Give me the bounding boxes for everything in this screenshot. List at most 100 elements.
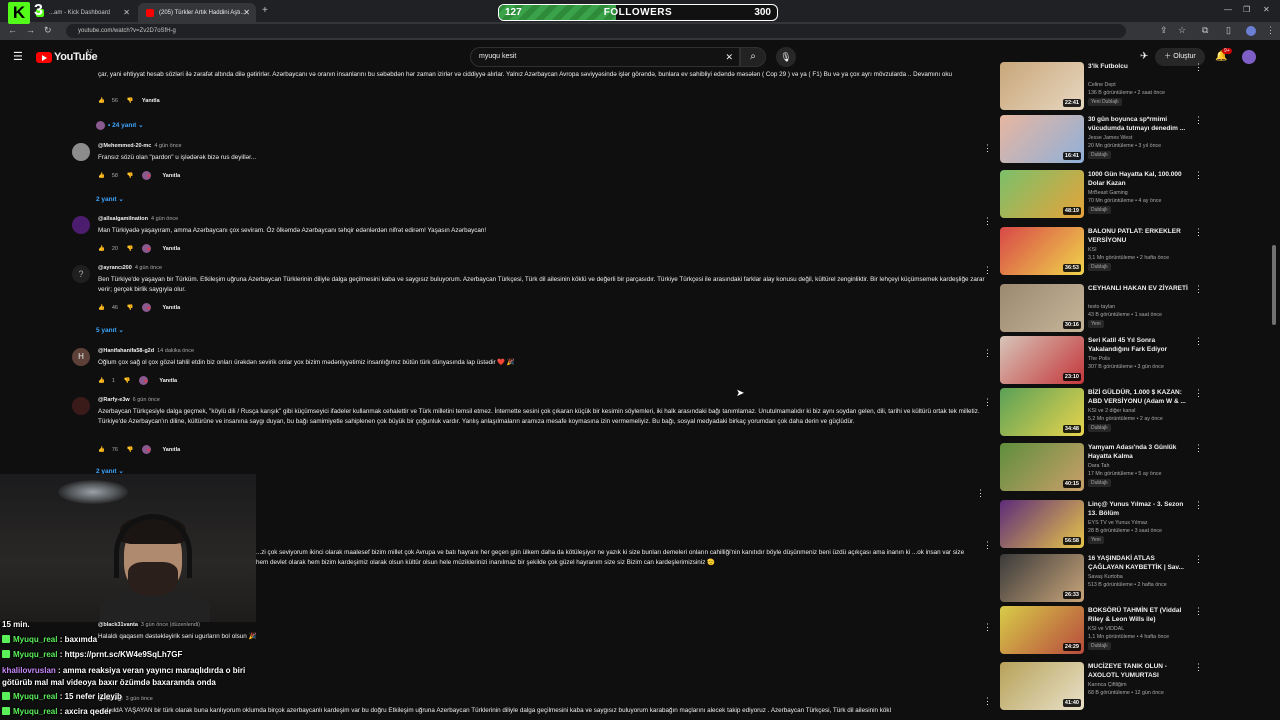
video-channel[interactable]: The Polis: [1088, 356, 1110, 362]
show-replies-button[interactable]: 5 yanıt ⌄: [96, 326, 124, 334]
video-more-icon[interactable]: ⋮: [1194, 606, 1203, 617]
avatar[interactable]: [72, 216, 90, 234]
video-card[interactable]: 26:33 16 YAŞINDAKİ ATLAS ÇAĞLAYAN KAYBETT…: [1000, 554, 1203, 606]
show-replies-button[interactable]: • 24 yanıt ⌄: [96, 121, 144, 130]
tab-kick-dashboard[interactable]: ...am - Kick Dashboard ✕: [28, 3, 136, 22]
comment-more-icon[interactable]: ⋮: [983, 216, 992, 227]
search-button[interactable]: ⌕: [740, 47, 766, 67]
cast-icon[interactable]: ✈: [1140, 51, 1148, 62]
video-channel[interactable]: Jesse James West: [1088, 135, 1132, 141]
comment-more-icon[interactable]: ⋮: [983, 540, 992, 551]
clear-search-icon[interactable]: ✕: [725, 48, 733, 66]
video-card[interactable]: 22:41 3'lk Futbolcu Celine Dept 136 B görün…: [1000, 62, 1203, 114]
reply-button[interactable]: Yanıtla: [142, 98, 160, 104]
video-thumbnail[interactable]: 22:41: [1000, 62, 1084, 110]
video-channel[interactable]: EYS TV ve Yunus Yılmaz: [1088, 520, 1147, 526]
video-channel[interactable]: KSI ve 2 diğer kanal: [1088, 408, 1135, 414]
video-more-icon[interactable]: ⋮: [1194, 62, 1203, 73]
video-card[interactable]: 34:48 BİZİ GÜLDÜR, 1.000 $ KAZAN: ABD VER…: [1000, 388, 1203, 440]
reply-button[interactable]: Yanıtla: [159, 378, 177, 384]
tab-youtube-video[interactable]: (205) Türkler Artık Haddini Aştı... ✕: [138, 3, 256, 22]
bookmark-star-icon[interactable]: ☆: [1178, 25, 1186, 36]
comment-more-icon[interactable]: ⋮: [983, 348, 992, 359]
comment-more-icon[interactable]: ⋮: [976, 488, 985, 499]
video-more-icon[interactable]: ⋮: [1194, 500, 1203, 511]
video-card[interactable]: 56:58 Linç@ Yunus Yılmaz - 3. Sezon 13. B…: [1000, 500, 1203, 552]
video-channel[interactable]: Karınca Çiftliğim: [1088, 682, 1127, 688]
dislike-icon[interactable]: 👎: [127, 447, 134, 453]
comment-more-icon[interactable]: ⋮: [983, 143, 992, 154]
video-more-icon[interactable]: ⋮: [1194, 227, 1203, 238]
video-card[interactable]: 41:40 MUCİZEYE TANIK OLUN - AXOLOTL YUMUR…: [1000, 662, 1203, 714]
comment-author[interactable]: @allsalgamiInation 4 gün önce: [98, 216, 178, 222]
video-thumbnail[interactable]: 36:53: [1000, 227, 1084, 275]
avatar[interactable]: [72, 397, 90, 415]
video-thumbnail[interactable]: 56:58: [1000, 500, 1084, 548]
video-card[interactable]: 48:19 1000 Gün Hayatta Kal, 100.000 Dolar…: [1000, 170, 1203, 222]
video-title[interactable]: Seri Katil 45 Yıl Sonra Yakalandığını Fa…: [1088, 336, 1190, 354]
comment-author[interactable]: @Hanifahanifa58-g2d 14 dakika önce: [98, 348, 194, 354]
comment-author[interactable]: @ayrancı200 4 gün önce: [98, 265, 162, 271]
voice-search-button[interactable]: 🎙: [776, 47, 796, 67]
video-thumbnail[interactable]: 34:48: [1000, 388, 1084, 436]
video-title[interactable]: BOKSÖRÜ TAHMİN ET (Viddal Riley & Leon W…: [1088, 606, 1190, 624]
video-channel[interactable]: testo taylan: [1088, 304, 1115, 310]
video-thumbnail[interactable]: 40:15: [1000, 443, 1084, 491]
reload-icon[interactable]: ↻: [44, 25, 52, 36]
video-channel[interactable]: MrBeast Gaming: [1088, 190, 1128, 196]
maximize-icon[interactable]: ❐: [1243, 5, 1250, 14]
video-thumbnail[interactable]: 23:10: [1000, 336, 1084, 384]
comment-more-icon[interactable]: ⋮: [983, 696, 992, 707]
show-replies-button[interactable]: 2 yanıt ⌄: [96, 195, 124, 203]
close-tab-icon[interactable]: ✕: [243, 8, 250, 17]
browser-menu-icon[interactable]: ⋮: [1266, 25, 1275, 36]
video-more-icon[interactable]: ⋮: [1194, 336, 1203, 347]
avatar[interactable]: H: [72, 348, 90, 366]
video-thumbnail[interactable]: 41:40: [1000, 662, 1084, 710]
profile-avatar[interactable]: [1246, 26, 1256, 36]
dislike-icon[interactable]: 👎: [123, 378, 130, 384]
video-more-icon[interactable]: ⋮: [1194, 115, 1203, 126]
video-card[interactable]: 16:41 30 gün boyunca sp*rmimi vücudumda t…: [1000, 115, 1203, 167]
comment-author[interactable]: @black31vanta 3 gün önce (düzenlendi): [98, 622, 200, 628]
video-title[interactable]: Linç@ Yunus Yılmaz - 3. Sezon 13. Bölüm: [1088, 500, 1190, 518]
comment-more-icon[interactable]: ⋮: [983, 622, 992, 633]
video-thumbnail[interactable]: 24:29: [1000, 606, 1084, 654]
like-icon[interactable]: 👍: [98, 173, 105, 179]
like-icon[interactable]: 👍: [98, 98, 105, 104]
forward-icon[interactable]: →: [26, 25, 35, 35]
video-channel[interactable]: Celine Dept: [1088, 82, 1116, 88]
page-scrollbar[interactable]: [1272, 245, 1276, 325]
reply-button[interactable]: Yanıtla: [162, 173, 180, 179]
video-card[interactable]: 30:16 CEYHANLI HAKAN EV ZİYARETİ testo tay…: [1000, 284, 1203, 336]
avatar[interactable]: ?: [72, 265, 90, 283]
url-field[interactable]: youtube.com/watch?v=Zv2D7oSfH-g: [66, 24, 1126, 38]
comment-more-icon[interactable]: ⋮: [983, 397, 992, 408]
video-title[interactable]: 30 gün boyunca sp*rmimi vücudumda tutmay…: [1088, 115, 1190, 133]
like-icon[interactable]: 👍: [98, 447, 105, 453]
video-title[interactable]: CEYHANLI HAKAN EV ZİYARETİ: [1088, 284, 1190, 293]
comment-author[interactable]: @Mehemmed-20-mc 4 gün önce: [98, 143, 182, 149]
dislike-icon[interactable]: 👎: [127, 173, 134, 179]
video-title[interactable]: 3'lk Futbolcu: [1088, 62, 1190, 71]
video-channel[interactable]: KSI: [1088, 247, 1097, 253]
dislike-icon[interactable]: 👎: [127, 305, 134, 311]
like-icon[interactable]: 👍: [98, 305, 105, 311]
video-title[interactable]: 1000 Gün Hayatta Kal, 100.000 Dolar Kaza…: [1088, 170, 1190, 188]
video-more-icon[interactable]: ⋮: [1194, 388, 1203, 399]
video-card[interactable]: 24:29 BOKSÖRÜ TAHMİN ET (Viddal Riley & L…: [1000, 606, 1203, 658]
new-tab-icon[interactable]: +: [262, 5, 268, 16]
search-input[interactable]: myuqu kesit ✕: [470, 47, 740, 67]
extensions-icon[interactable]: ⧉: [1202, 25, 1208, 36]
avatar[interactable]: [72, 143, 90, 161]
video-title[interactable]: Yamyam Adası'nda 3 Günlük Hayatta Kalma: [1088, 443, 1190, 461]
back-icon[interactable]: ←: [8, 25, 17, 35]
reply-button[interactable]: Yanıtla: [162, 305, 180, 311]
sidebar-icon[interactable]: ▯: [1226, 25, 1231, 36]
video-card[interactable]: 23:10 Seri Katil 45 Yıl Sonra Yakalandığı…: [1000, 336, 1203, 388]
reply-button[interactable]: Yanıtla: [162, 447, 180, 453]
comment-author[interactable]: @Rarfy-e3w 6 gün önce: [98, 397, 160, 403]
minimize-icon[interactable]: —: [1224, 5, 1232, 14]
video-title[interactable]: BİZİ GÜLDÜR, 1.000 $ KAZAN: ABD VERSİYON…: [1088, 388, 1190, 406]
reply-button[interactable]: Yanıtla: [162, 246, 180, 252]
